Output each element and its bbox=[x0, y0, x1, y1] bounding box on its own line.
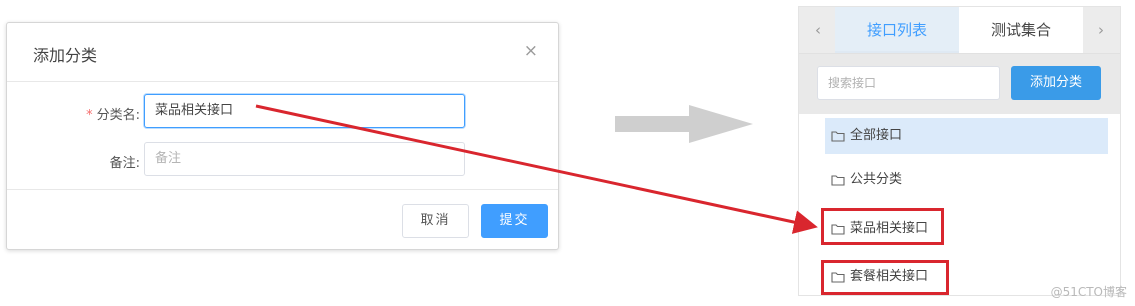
folder-icon bbox=[831, 272, 845, 283]
api-list-panel: ‹ 接口列表 测试集合 › 搜索接口 添加分类 全部接口 公共分类 菜品相关接口… bbox=[798, 6, 1121, 296]
tree-item-public-category[interactable]: 公共分类 bbox=[825, 162, 1108, 198]
remark-label: 备注: bbox=[109, 156, 140, 171]
dialog-footer: 取消 提交 bbox=[7, 189, 558, 249]
tree-item-setmeal-apis[interactable]: 套餐相关接口 bbox=[825, 259, 949, 295]
tab-test-collection[interactable]: 测试集合 bbox=[959, 7, 1083, 53]
category-name-input[interactable]: 菜品相关接口 bbox=[144, 94, 465, 128]
required-mark: * bbox=[86, 108, 93, 123]
remark-row: 备注: 备注 bbox=[7, 142, 558, 178]
panel-toolbar: 搜索接口 添加分类 bbox=[799, 54, 1120, 114]
folder-icon bbox=[831, 175, 845, 186]
cancel-button[interactable]: 取消 bbox=[402, 204, 469, 238]
dialog-title: 添加分类 bbox=[33, 46, 98, 65]
dialog-header: 添加分类 × bbox=[7, 23, 558, 82]
tree-item-label: 公共分类 bbox=[850, 172, 903, 187]
folder-icon bbox=[831, 224, 845, 235]
tree-item-label: 全部接口 bbox=[850, 128, 903, 143]
search-input[interactable]: 搜索接口 bbox=[817, 66, 1000, 100]
category-name-label: * 分类名: bbox=[86, 108, 140, 123]
add-category-button[interactable]: 添加分类 bbox=[1011, 66, 1101, 100]
tree-item-label: 套餐相关接口 bbox=[850, 269, 929, 284]
watermark: @51CTO博客 bbox=[1050, 285, 1127, 299]
arrow-right-icon bbox=[615, 105, 753, 143]
folder-icon bbox=[831, 131, 845, 142]
close-icon[interactable]: × bbox=[524, 43, 538, 60]
tree-item-all-apis[interactable]: 全部接口 bbox=[825, 118, 1108, 154]
tree-item-label: 菜品相关接口 bbox=[850, 221, 929, 236]
add-category-dialog: 添加分类 × * 分类名: 菜品相关接口 备注: 备注 取消 提交 bbox=[6, 22, 559, 250]
submit-button[interactable]: 提交 bbox=[481, 204, 548, 238]
tree-item-dish-apis[interactable]: 菜品相关接口 bbox=[825, 211, 943, 247]
chevron-right-icon[interactable]: › bbox=[1092, 21, 1110, 39]
category-name-row: * 分类名: 菜品相关接口 bbox=[7, 94, 558, 130]
tab-api-list[interactable]: 接口列表 bbox=[835, 7, 959, 53]
chevron-left-icon[interactable]: ‹ bbox=[809, 21, 827, 39]
remark-input[interactable]: 备注 bbox=[144, 142, 465, 176]
tab-bar: ‹ 接口列表 测试集合 › bbox=[799, 7, 1120, 54]
